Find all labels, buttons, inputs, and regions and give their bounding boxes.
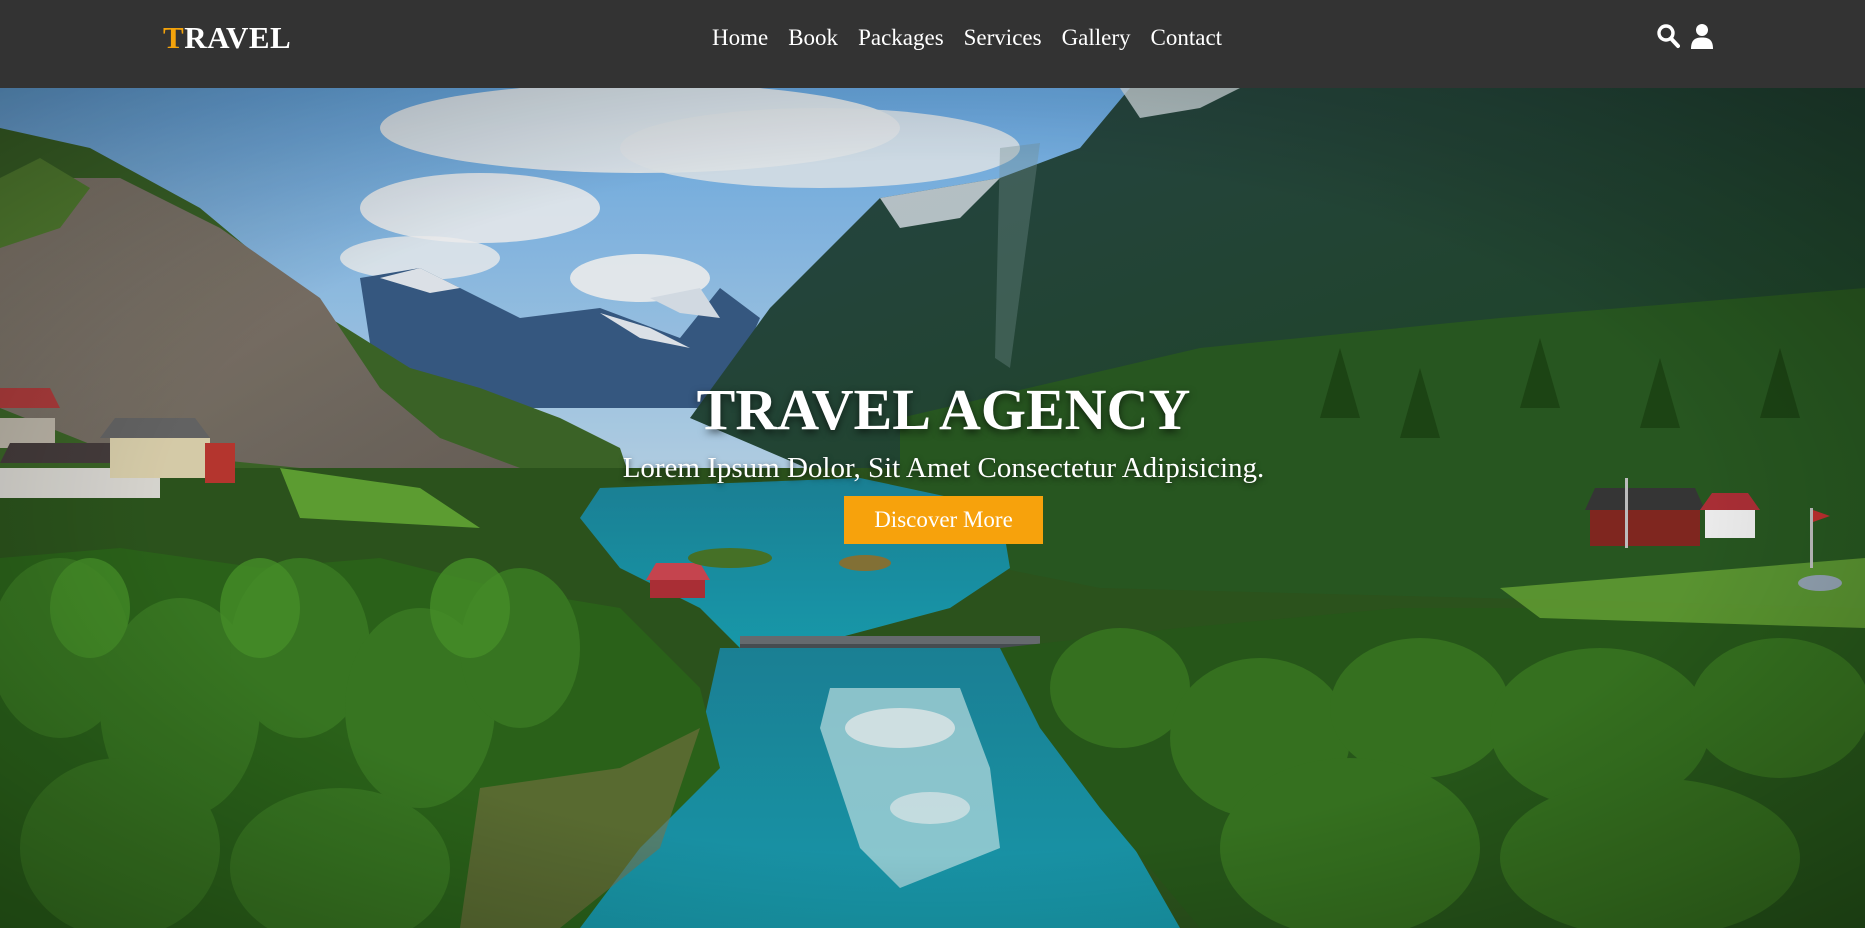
hero-section: TRAVEL AGENCY Lorem Ipsum Dolor, Sit Ame…	[0, 88, 1865, 928]
hero-content: TRAVEL AGENCY Lorem Ipsum Dolor, Sit Ame…	[0, 378, 1865, 544]
hero-title: TRAVEL AGENCY	[696, 377, 1191, 442]
discover-more-button[interactable]: Discover More	[844, 496, 1043, 544]
nav-link-home[interactable]: Home	[712, 23, 768, 53]
logo-rest-text: RAVEL	[184, 20, 292, 55]
brand-logo[interactable]: TRAVEL	[163, 18, 291, 58]
nav-link-gallery[interactable]: Gallery	[1062, 23, 1131, 53]
navbar: TRAVEL Home Book Packages Services Galle…	[0, 0, 1865, 88]
nav-link-packages[interactable]: Packages	[858, 23, 944, 53]
hero-subtitle: Lorem Ipsum Dolor, Sit Amet Consectetur …	[622, 452, 1265, 484]
logo-accent-letter: T	[163, 20, 185, 55]
nav-link-contact[interactable]: Contact	[1151, 23, 1223, 53]
main-nav: Home Book Packages Services Gallery Cont…	[712, 22, 1222, 54]
nav-link-services[interactable]: Services	[964, 23, 1042, 53]
nav-icons	[1656, 23, 1714, 49]
search-icon[interactable]	[1656, 23, 1680, 49]
user-icon[interactable]	[1690, 23, 1714, 49]
page: TRAVEL Home Book Packages Services Galle…	[0, 0, 1865, 928]
nav-link-book[interactable]: Book	[788, 23, 838, 53]
